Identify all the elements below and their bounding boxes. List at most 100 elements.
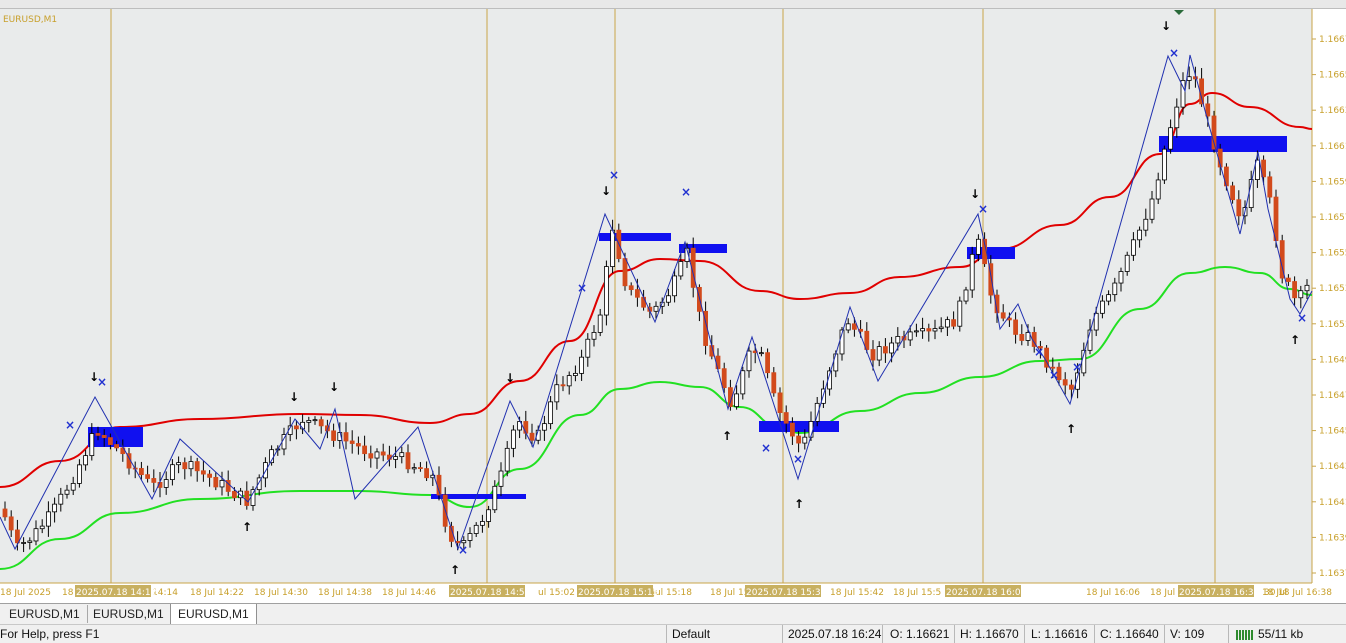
time-label: 18 Jul 14:38 bbox=[318, 588, 372, 598]
bullish-candle bbox=[411, 467, 417, 470]
down-arrow-icon: ↓ bbox=[505, 371, 515, 385]
bullish-candle bbox=[1118, 271, 1124, 284]
up-arrow-icon: ↑ bbox=[1066, 422, 1076, 436]
price-label: 1.1647 bbox=[1319, 391, 1346, 401]
time-label: 18 bbox=[62, 588, 74, 598]
connection-bars-icon bbox=[1236, 629, 1254, 640]
time-label: 30 bbox=[1264, 588, 1276, 598]
bearish-candle bbox=[622, 258, 628, 287]
bullish-candle bbox=[548, 401, 553, 425]
chart-symbol-label: EURUSD,M1 bbox=[3, 15, 58, 25]
bullish-candle bbox=[1298, 290, 1304, 299]
chart-canvas[interactable]: ××××××××××××××↓↓↓↓↓↓↓↑↑↑↑↑↑ 1.16671.1665… bbox=[0, 9, 1346, 603]
bullish-candle bbox=[1162, 148, 1167, 181]
bullish-candle bbox=[932, 328, 938, 332]
bullish-candle bbox=[176, 462, 182, 466]
signal-x-marker: × bbox=[1072, 360, 1082, 374]
tab-eurusd-1[interactable]: EURUSD,M1 bbox=[2, 605, 88, 623]
bearish-candle bbox=[926, 328, 932, 332]
toolbar-strip bbox=[0, 0, 1346, 9]
bullish-candle bbox=[895, 336, 901, 344]
bearish-candle bbox=[194, 461, 200, 472]
bearish-candle bbox=[560, 384, 566, 387]
price-chart[interactable]: ××××××××××××××↓↓↓↓↓↓↓↑↑↑↑↑↑ 1.16671.1665… bbox=[0, 9, 1346, 603]
chart-tabs: EURUSD,M1 EURUSD,M1 EURUSD,M1 bbox=[0, 603, 1346, 625]
time-highlight-label: 2025.07.18 16:30 bbox=[1179, 588, 1260, 598]
time-label: ul 15:02 bbox=[538, 588, 575, 598]
bearish-candle bbox=[182, 462, 188, 470]
bearish-candle bbox=[790, 422, 795, 437]
bearish-candle bbox=[349, 440, 355, 444]
up-arrow-icon: ↑ bbox=[722, 429, 732, 443]
up-arrow-icon: ↑ bbox=[794, 497, 804, 511]
bullish-candle bbox=[473, 524, 479, 534]
bullish-candle bbox=[1155, 179, 1161, 200]
bearish-candle bbox=[380, 451, 386, 456]
up-arrow-icon: ↑ bbox=[1290, 333, 1300, 347]
signal-x-marker: × bbox=[1034, 345, 1044, 359]
bullish-candle bbox=[579, 356, 584, 374]
tab-eurusd-2[interactable]: EURUSD,M1 bbox=[86, 605, 172, 623]
bearish-candle bbox=[870, 349, 876, 361]
bullish-candle bbox=[1106, 294, 1111, 302]
bullish-candle bbox=[70, 482, 76, 491]
bearish-candle bbox=[641, 296, 646, 308]
bearish-candle bbox=[951, 319, 956, 327]
bullish-candle bbox=[672, 275, 677, 297]
bullish-candle bbox=[374, 451, 380, 459]
bearish-candle bbox=[368, 453, 374, 459]
bullish-candle bbox=[1186, 76, 1192, 81]
bullish-candle bbox=[591, 332, 597, 340]
bullish-candle bbox=[963, 289, 969, 302]
bullish-candle bbox=[802, 436, 808, 444]
status-divider bbox=[1164, 625, 1165, 643]
status-volume: V: 109 bbox=[1170, 627, 1205, 641]
price-label: 1.1659 bbox=[1319, 177, 1346, 187]
signal-x-marker: × bbox=[1049, 368, 1059, 382]
bullish-candle bbox=[64, 489, 70, 495]
bullish-candle bbox=[907, 331, 913, 341]
zone-rectangle bbox=[88, 427, 143, 447]
bearish-candle bbox=[145, 474, 151, 479]
up-arrow-icon: ↑ bbox=[450, 563, 460, 577]
tab-eurusd-3[interactable]: EURUSD,M1 bbox=[170, 604, 257, 625]
status-bar: For Help, press F1 Default 2025.07.18 16… bbox=[0, 624, 1346, 643]
bullish-candle bbox=[58, 493, 64, 505]
bearish-candle bbox=[852, 323, 857, 330]
status-help-text: For Help, press F1 bbox=[0, 627, 100, 641]
bullish-candle bbox=[566, 375, 572, 387]
bearish-candle bbox=[1236, 199, 1242, 217]
bearish-candle bbox=[523, 421, 529, 434]
price-label: 1.1667 bbox=[1319, 35, 1346, 45]
down-arrow-icon: ↓ bbox=[970, 187, 980, 201]
down-arrow-icon: ↓ bbox=[1161, 19, 1171, 33]
price-label: 1.1641 bbox=[1319, 498, 1346, 508]
bullish-candle bbox=[746, 350, 752, 372]
status-divider bbox=[1228, 625, 1229, 643]
bearish-candle bbox=[207, 473, 213, 478]
bullish-candle bbox=[585, 338, 591, 358]
zone-rectangle bbox=[599, 233, 671, 241]
price-label: 1.1653 bbox=[1319, 284, 1346, 294]
bullish-candle bbox=[21, 542, 27, 544]
bearish-candle bbox=[635, 289, 640, 298]
bearish-candle bbox=[765, 352, 770, 374]
price-label: 1.1651 bbox=[1319, 320, 1346, 330]
bearish-candle bbox=[405, 452, 411, 470]
bullish-candle bbox=[479, 521, 485, 526]
bullish-candle bbox=[219, 480, 225, 488]
bullish-candle bbox=[393, 456, 399, 460]
time-label: 18 Jul 15:5 bbox=[893, 588, 941, 598]
bearish-candle bbox=[1013, 319, 1018, 335]
bullish-candle bbox=[734, 393, 739, 407]
bullish-candle bbox=[188, 461, 194, 470]
bearish-candle bbox=[1062, 379, 1068, 386]
bullish-candle bbox=[498, 470, 504, 487]
time-label: 18 Jul 16:38 bbox=[1278, 588, 1332, 598]
bearish-candle bbox=[628, 285, 634, 291]
bullish-candle bbox=[740, 370, 746, 395]
up-arrow-icon: ↑ bbox=[242, 520, 252, 534]
bearish-candle bbox=[417, 467, 423, 469]
bearish-candle bbox=[244, 490, 250, 506]
bullish-candle bbox=[573, 372, 578, 376]
